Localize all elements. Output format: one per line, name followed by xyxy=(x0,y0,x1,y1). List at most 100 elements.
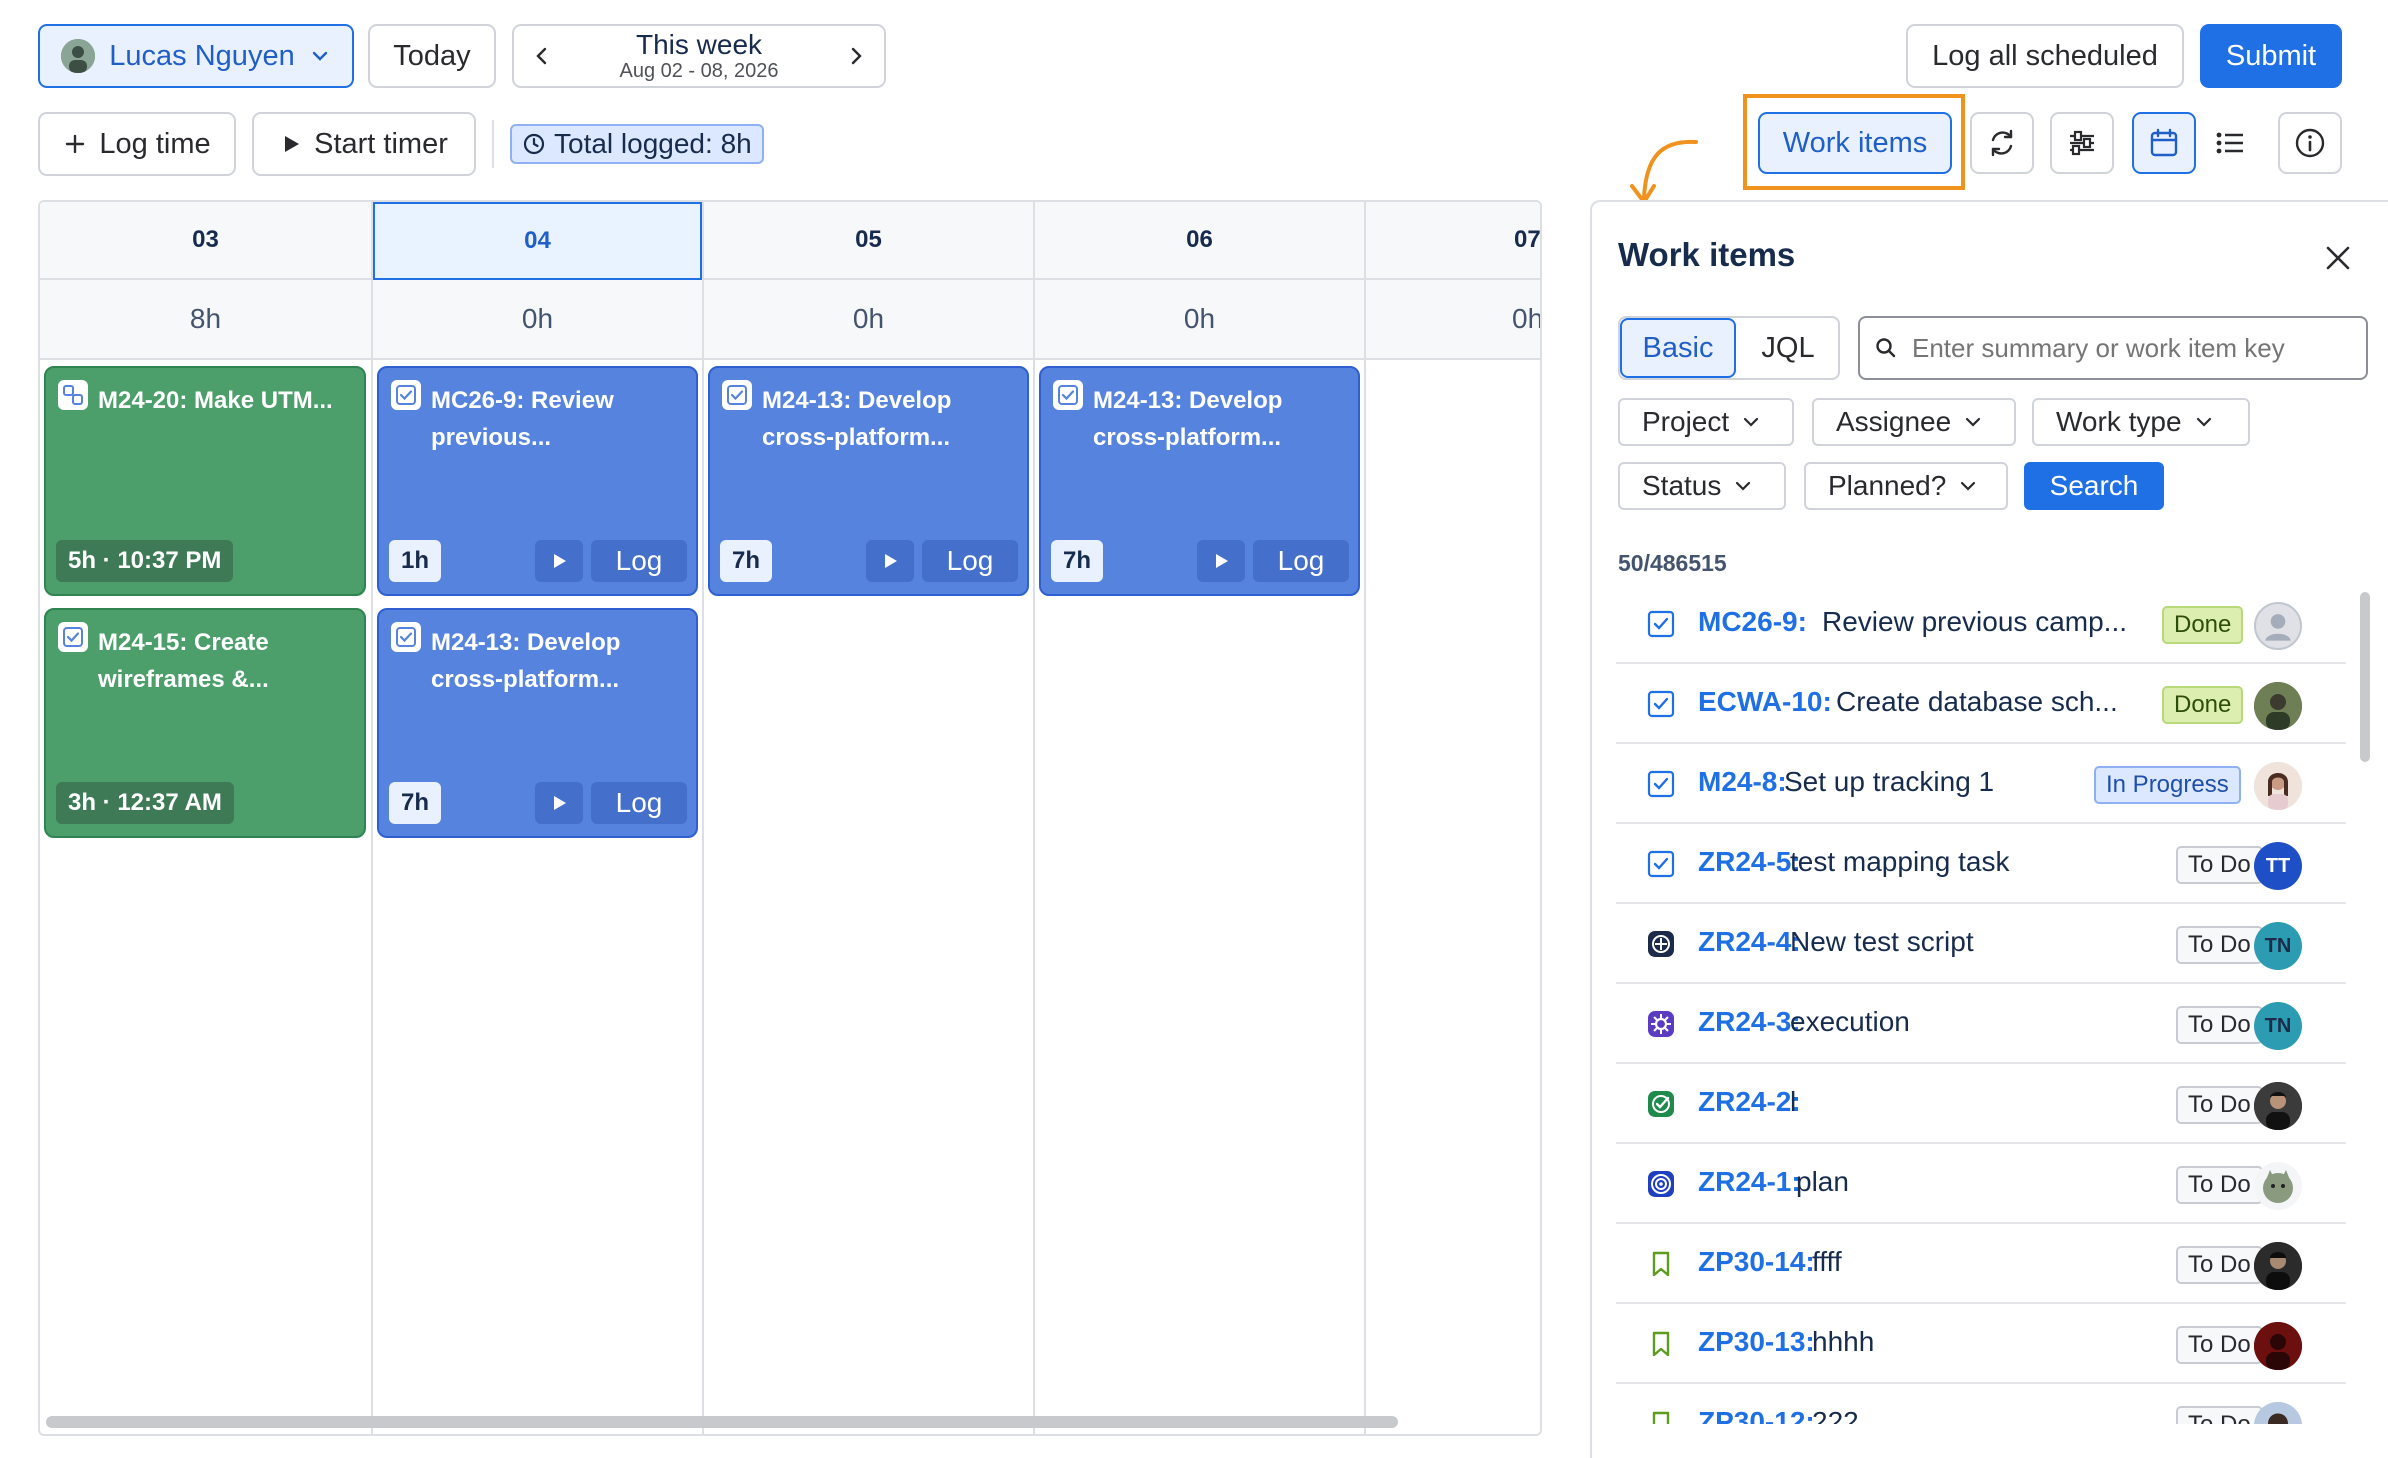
chevron-down-icon xyxy=(1961,481,1976,491)
refresh-button[interactable] xyxy=(1970,112,2034,174)
work-item-key[interactable]: M24-8: xyxy=(1698,766,1787,798)
planned-filter[interactable]: Planned? xyxy=(1804,462,2008,510)
work-items-label: Work items xyxy=(1782,126,1928,159)
work-items-list: MC26-9: Review previous camp... Done ECW… xyxy=(1592,584,2388,1424)
start-timer-button[interactable]: Start timer xyxy=(252,112,476,176)
play-icon xyxy=(554,796,566,810)
time-entry-card[interactable]: MC26-9: Review previous... 1h Log xyxy=(377,366,698,596)
work-item-key[interactable]: ZP30-13: xyxy=(1698,1326,1815,1358)
time-entry-card[interactable]: M24-15: Create wireframes &... 3h · 12:3… xyxy=(44,608,366,838)
entry-title: MC26-9: Review previous... xyxy=(431,387,614,451)
next-week-button[interactable] xyxy=(844,44,868,68)
avatar xyxy=(2254,1402,2302,1424)
search-field[interactable] xyxy=(1858,316,2368,380)
story-icon xyxy=(1646,1409,1676,1424)
work-item-summary: execution xyxy=(1790,1006,1910,1037)
user-selector[interactable]: Lucas Nguyen xyxy=(38,24,354,88)
time-entry-card[interactable]: M24-13: Develop cross-platform... 7h Log xyxy=(1039,366,1360,596)
work-item-row[interactable]: ZR24-4: New test script To Do TN xyxy=(1616,904,2346,984)
work-item-row[interactable]: ZP30-13: hhhh To Do xyxy=(1616,1304,2346,1384)
day-total: 0h xyxy=(1366,280,1540,360)
avatar xyxy=(2254,602,2302,650)
time-entry-card[interactable]: M24-20: Make UTM... 5h · 10:37 PM xyxy=(44,366,366,596)
horizontal-scrollbar[interactable] xyxy=(46,1416,1398,1428)
search-button-label: Search xyxy=(2049,470,2139,501)
status-filter[interactable]: Status xyxy=(1618,462,1786,510)
status-badge: To Do xyxy=(2176,1246,2263,1284)
work-item-key[interactable]: ECWA-10: xyxy=(1698,686,1832,718)
submit-button[interactable]: Submit xyxy=(2200,24,2342,88)
work-items-panel: Work items Basic JQL Project Assignee Wo… xyxy=(1590,200,2388,1458)
work-item-summary: plan xyxy=(1796,1166,1849,1197)
work-item-key[interactable]: ZR24-5: xyxy=(1698,846,1801,878)
task-icon xyxy=(391,380,421,410)
previous-week-button[interactable] xyxy=(530,44,554,68)
info-button[interactable] xyxy=(2278,112,2342,174)
search-button[interactable]: Search xyxy=(2024,462,2164,510)
project-filter-label: Project xyxy=(1642,406,1730,437)
work-item-row[interactable]: ZR24-2: l To Do xyxy=(1616,1064,2346,1144)
work-item-row[interactable]: MC26-9: Review previous camp... Done xyxy=(1616,584,2346,664)
log-time-button[interactable]: Log time xyxy=(38,112,236,176)
work-item-summary: Set up tracking 1 xyxy=(1784,766,1995,797)
assignee-filter[interactable]: Assignee xyxy=(1812,398,2016,446)
work-item-row[interactable]: ZP30-12: 222 To Do xyxy=(1616,1384,2346,1424)
work-type-filter[interactable]: Work type xyxy=(2032,398,2250,446)
log-button[interactable]: Log xyxy=(1253,540,1349,582)
work-items-button[interactable]: Work items xyxy=(1758,112,1952,174)
entry-title: M24-20: Make UTM... xyxy=(98,387,333,414)
log-button[interactable]: Log xyxy=(591,782,687,824)
status-badge: To Do xyxy=(2176,846,2263,884)
entry-duration-chip: 7h xyxy=(389,782,442,824)
avatar xyxy=(2254,1242,2302,1290)
log-all-scheduled-button[interactable]: Log all scheduled xyxy=(1906,24,2184,88)
work-item-key[interactable]: ZP30-14: xyxy=(1698,1246,1815,1278)
list-view-button[interactable] xyxy=(2198,112,2262,174)
work-item-key[interactable]: ZR24-2: xyxy=(1698,1086,1801,1118)
avatar: TT xyxy=(2254,842,2302,890)
work-item-row[interactable]: M24-8: Set up tracking 1 In Progress xyxy=(1616,744,2346,824)
day-total: 0h xyxy=(704,280,1033,360)
start-timer-button[interactable] xyxy=(1197,540,1245,582)
tab-jql[interactable]: JQL xyxy=(1738,318,1838,378)
work-item-row[interactable]: ZR24-1: plan To Do xyxy=(1616,1144,2346,1224)
work-item-row[interactable]: ECWA-10: Create database sch... Done xyxy=(1616,664,2346,744)
work-item-summary: test mapping task xyxy=(1790,846,2010,877)
entry-duration-chip: 5h · 10:37 PM xyxy=(56,540,234,582)
work-item-row[interactable]: ZR24-3: execution To Do TN xyxy=(1616,984,2346,1064)
play-icon xyxy=(554,554,566,568)
work-type-filter-label: Work type xyxy=(2056,406,2182,437)
avatar xyxy=(2254,1082,2302,1130)
log-button[interactable]: Log xyxy=(591,540,687,582)
time-entry-card[interactable]: M24-13: Develop cross-platform... 7h Log xyxy=(708,366,1029,596)
day-header-today: 04 xyxy=(373,202,702,280)
log-button[interactable]: Log xyxy=(922,540,1018,582)
time-entry-card[interactable]: M24-13: Develop cross-platform... 7h Log xyxy=(377,608,698,838)
tab-basic[interactable]: Basic xyxy=(1620,318,1736,378)
work-item-key[interactable]: ZR24-1: xyxy=(1698,1166,1801,1198)
task-icon xyxy=(1646,849,1676,879)
day-header: 03 xyxy=(40,202,371,280)
refresh-icon xyxy=(1985,126,2019,160)
close-button[interactable] xyxy=(2318,238,2358,278)
today-button[interactable]: Today xyxy=(368,24,496,88)
calendar-view-button[interactable] xyxy=(2132,112,2196,174)
vertical-scrollbar[interactable] xyxy=(2360,592,2370,762)
work-item-row[interactable]: ZP30-14: ffff To Do xyxy=(1616,1224,2346,1304)
work-item-key[interactable]: ZR24-3: xyxy=(1698,1006,1801,1038)
work-item-key[interactable]: ZR24-4: xyxy=(1698,926,1801,958)
status-badge: Done xyxy=(2162,686,2244,724)
close-icon xyxy=(2326,246,2350,270)
work-item-key[interactable]: MC26-9: xyxy=(1698,606,1807,638)
work-item-key[interactable]: ZP30-12: xyxy=(1698,1406,1815,1424)
search-input[interactable] xyxy=(1912,332,2342,364)
start-timer-button[interactable] xyxy=(535,782,583,824)
filters-button[interactable] xyxy=(2050,112,2114,174)
assignee-filter-label: Assignee xyxy=(1836,406,1952,437)
day-column-07[interactable]: 07 0h xyxy=(1366,202,1540,1434)
start-timer-button[interactable] xyxy=(866,540,914,582)
start-timer-button[interactable] xyxy=(535,540,583,582)
project-filter[interactable]: Project xyxy=(1618,398,1794,446)
log-time-label: Log time xyxy=(99,127,211,160)
work-item-row[interactable]: ZR24-5: test mapping task To Do TT xyxy=(1616,824,2346,904)
